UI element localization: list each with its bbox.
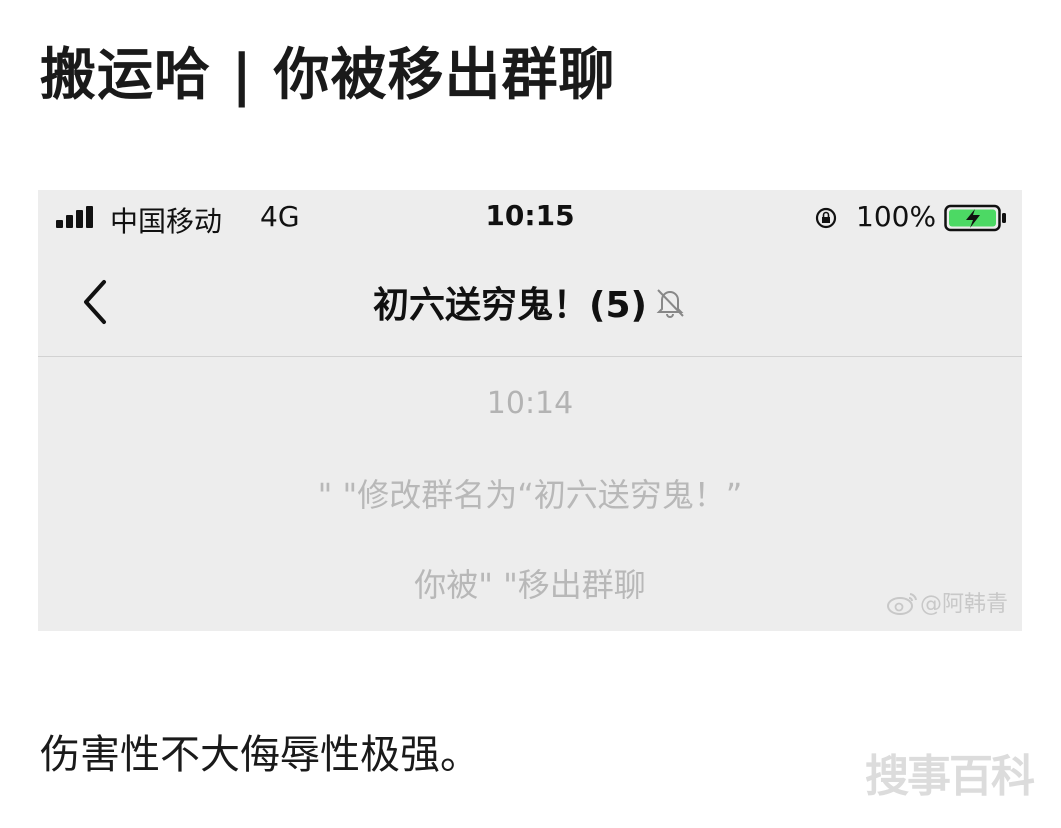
chat-screenshot: 中国移动 4G 10:15 100% 初六送穷鬼！(5) 10:14 " "修改… [38, 190, 1022, 631]
weibo-icon [886, 593, 917, 615]
battery-charging-icon [944, 204, 1006, 232]
chat-nav-bar: 初六送穷鬼！(5) [38, 246, 1022, 357]
weibo-watermark-text: @阿韩青 [919, 592, 1008, 617]
rotation-lock-icon [815, 207, 837, 229]
system-message-rename: " "修改群名为“初六送穷鬼！” [317, 476, 743, 514]
post-caption: 伤害性不大侮辱性极强。 [40, 732, 480, 778]
system-message-removed: 你被" "移出群聊 [414, 566, 646, 604]
chat-title-row: 初六送穷鬼！(5) [38, 276, 1022, 328]
battery-percent: 100% [856, 200, 937, 233]
post-title: 搬运哈 | 你被移出群聊 [40, 43, 616, 108]
chat-title: 初六送穷鬼！(5) [373, 285, 647, 326]
message-timestamp: 10:14 [486, 386, 574, 421]
bell-off-icon [656, 289, 684, 318]
status-bar: 中国移动 4G 10:15 100% [38, 190, 1022, 246]
weibo-watermark: @阿韩青 [886, 586, 1008, 618]
site-watermark: 搜事百科 [865, 751, 1035, 802]
